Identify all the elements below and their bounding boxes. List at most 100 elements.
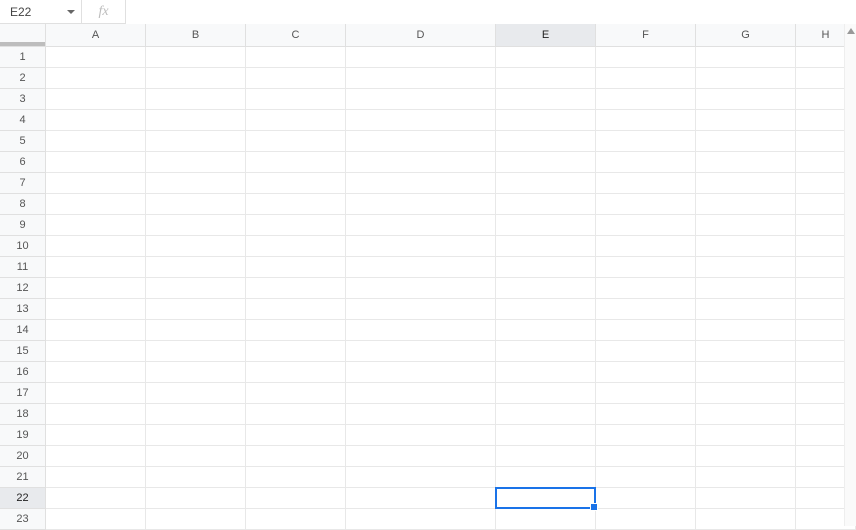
cell[interactable] bbox=[46, 467, 146, 488]
cell[interactable] bbox=[696, 446, 796, 467]
cell[interactable] bbox=[696, 131, 796, 152]
cell[interactable] bbox=[246, 68, 346, 89]
scroll-up-icon[interactable] bbox=[845, 24, 856, 38]
row-header-11[interactable]: 11 bbox=[0, 257, 46, 278]
cell[interactable] bbox=[596, 110, 696, 131]
cell[interactable] bbox=[46, 110, 146, 131]
cell[interactable] bbox=[346, 446, 496, 467]
cell[interactable] bbox=[596, 299, 696, 320]
column-header-A[interactable]: A bbox=[46, 24, 146, 47]
cell[interactable] bbox=[596, 278, 696, 299]
cell[interactable] bbox=[346, 68, 496, 89]
name-box[interactable]: E22 bbox=[0, 0, 82, 24]
cell[interactable] bbox=[146, 509, 246, 530]
cell[interactable] bbox=[146, 425, 246, 446]
row-header-7[interactable]: 7 bbox=[0, 173, 46, 194]
cell[interactable] bbox=[696, 341, 796, 362]
cell[interactable] bbox=[246, 467, 346, 488]
row-header-16[interactable]: 16 bbox=[0, 362, 46, 383]
cell[interactable] bbox=[246, 257, 346, 278]
cell[interactable] bbox=[696, 236, 796, 257]
cell[interactable] bbox=[246, 278, 346, 299]
row-header-18[interactable]: 18 bbox=[0, 404, 46, 425]
cell[interactable] bbox=[246, 320, 346, 341]
cell[interactable] bbox=[46, 68, 146, 89]
row-header-23[interactable]: 23 bbox=[0, 509, 46, 530]
cell[interactable] bbox=[246, 194, 346, 215]
cell[interactable] bbox=[146, 47, 246, 68]
column-header-F[interactable]: F bbox=[596, 24, 696, 47]
cell[interactable] bbox=[496, 131, 596, 152]
cell[interactable] bbox=[246, 299, 346, 320]
cell[interactable] bbox=[596, 215, 696, 236]
cell[interactable] bbox=[696, 320, 796, 341]
cell[interactable] bbox=[46, 404, 146, 425]
cell[interactable] bbox=[346, 215, 496, 236]
cell[interactable] bbox=[496, 278, 596, 299]
cell[interactable] bbox=[496, 89, 596, 110]
cell[interactable] bbox=[146, 383, 246, 404]
row-header-5[interactable]: 5 bbox=[0, 131, 46, 152]
cell[interactable] bbox=[246, 488, 346, 509]
cell[interactable] bbox=[46, 89, 146, 110]
cell[interactable] bbox=[46, 152, 146, 173]
cell[interactable] bbox=[596, 341, 696, 362]
cell[interactable] bbox=[146, 236, 246, 257]
cell[interactable] bbox=[346, 467, 496, 488]
cell[interactable] bbox=[346, 404, 496, 425]
cell[interactable] bbox=[496, 362, 596, 383]
cell[interactable] bbox=[696, 278, 796, 299]
cell[interactable] bbox=[596, 404, 696, 425]
cell[interactable] bbox=[596, 509, 696, 530]
cell[interactable] bbox=[46, 383, 146, 404]
cell[interactable] bbox=[346, 89, 496, 110]
cell[interactable] bbox=[46, 341, 146, 362]
cell[interactable] bbox=[696, 47, 796, 68]
cell[interactable] bbox=[496, 383, 596, 404]
row-header-10[interactable]: 10 bbox=[0, 236, 46, 257]
cell[interactable] bbox=[596, 467, 696, 488]
cell[interactable] bbox=[246, 173, 346, 194]
cell[interactable] bbox=[596, 383, 696, 404]
cell[interactable] bbox=[246, 341, 346, 362]
cell[interactable] bbox=[496, 110, 596, 131]
cell[interactable] bbox=[696, 509, 796, 530]
cell[interactable] bbox=[696, 299, 796, 320]
cell[interactable] bbox=[696, 488, 796, 509]
cell[interactable] bbox=[696, 215, 796, 236]
cell[interactable] bbox=[246, 131, 346, 152]
cell[interactable] bbox=[496, 446, 596, 467]
row-header-20[interactable]: 20 bbox=[0, 446, 46, 467]
cell[interactable] bbox=[696, 425, 796, 446]
cell[interactable] bbox=[696, 68, 796, 89]
cell[interactable] bbox=[346, 152, 496, 173]
row-header-12[interactable]: 12 bbox=[0, 278, 46, 299]
cell[interactable] bbox=[696, 404, 796, 425]
cell[interactable] bbox=[46, 299, 146, 320]
cell[interactable] bbox=[496, 236, 596, 257]
cell[interactable] bbox=[146, 173, 246, 194]
cell[interactable] bbox=[346, 341, 496, 362]
cell[interactable] bbox=[346, 110, 496, 131]
cell[interactable] bbox=[246, 152, 346, 173]
cell[interactable] bbox=[596, 47, 696, 68]
cell[interactable] bbox=[696, 467, 796, 488]
cell[interactable] bbox=[346, 131, 496, 152]
cell[interactable] bbox=[146, 446, 246, 467]
cell[interactable] bbox=[596, 68, 696, 89]
cell[interactable] bbox=[246, 425, 346, 446]
column-header-B[interactable]: B bbox=[146, 24, 246, 47]
row-header-13[interactable]: 13 bbox=[0, 299, 46, 320]
cell[interactable] bbox=[246, 236, 346, 257]
column-header-G[interactable]: G bbox=[696, 24, 796, 47]
cell[interactable] bbox=[46, 278, 146, 299]
cell[interactable] bbox=[596, 257, 696, 278]
cell[interactable] bbox=[246, 215, 346, 236]
cell[interactable] bbox=[496, 509, 596, 530]
cell[interactable] bbox=[496, 425, 596, 446]
row-header-21[interactable]: 21 bbox=[0, 467, 46, 488]
row-header-19[interactable]: 19 bbox=[0, 425, 46, 446]
cell[interactable] bbox=[146, 488, 246, 509]
cell[interactable] bbox=[46, 173, 146, 194]
cell[interactable] bbox=[596, 362, 696, 383]
